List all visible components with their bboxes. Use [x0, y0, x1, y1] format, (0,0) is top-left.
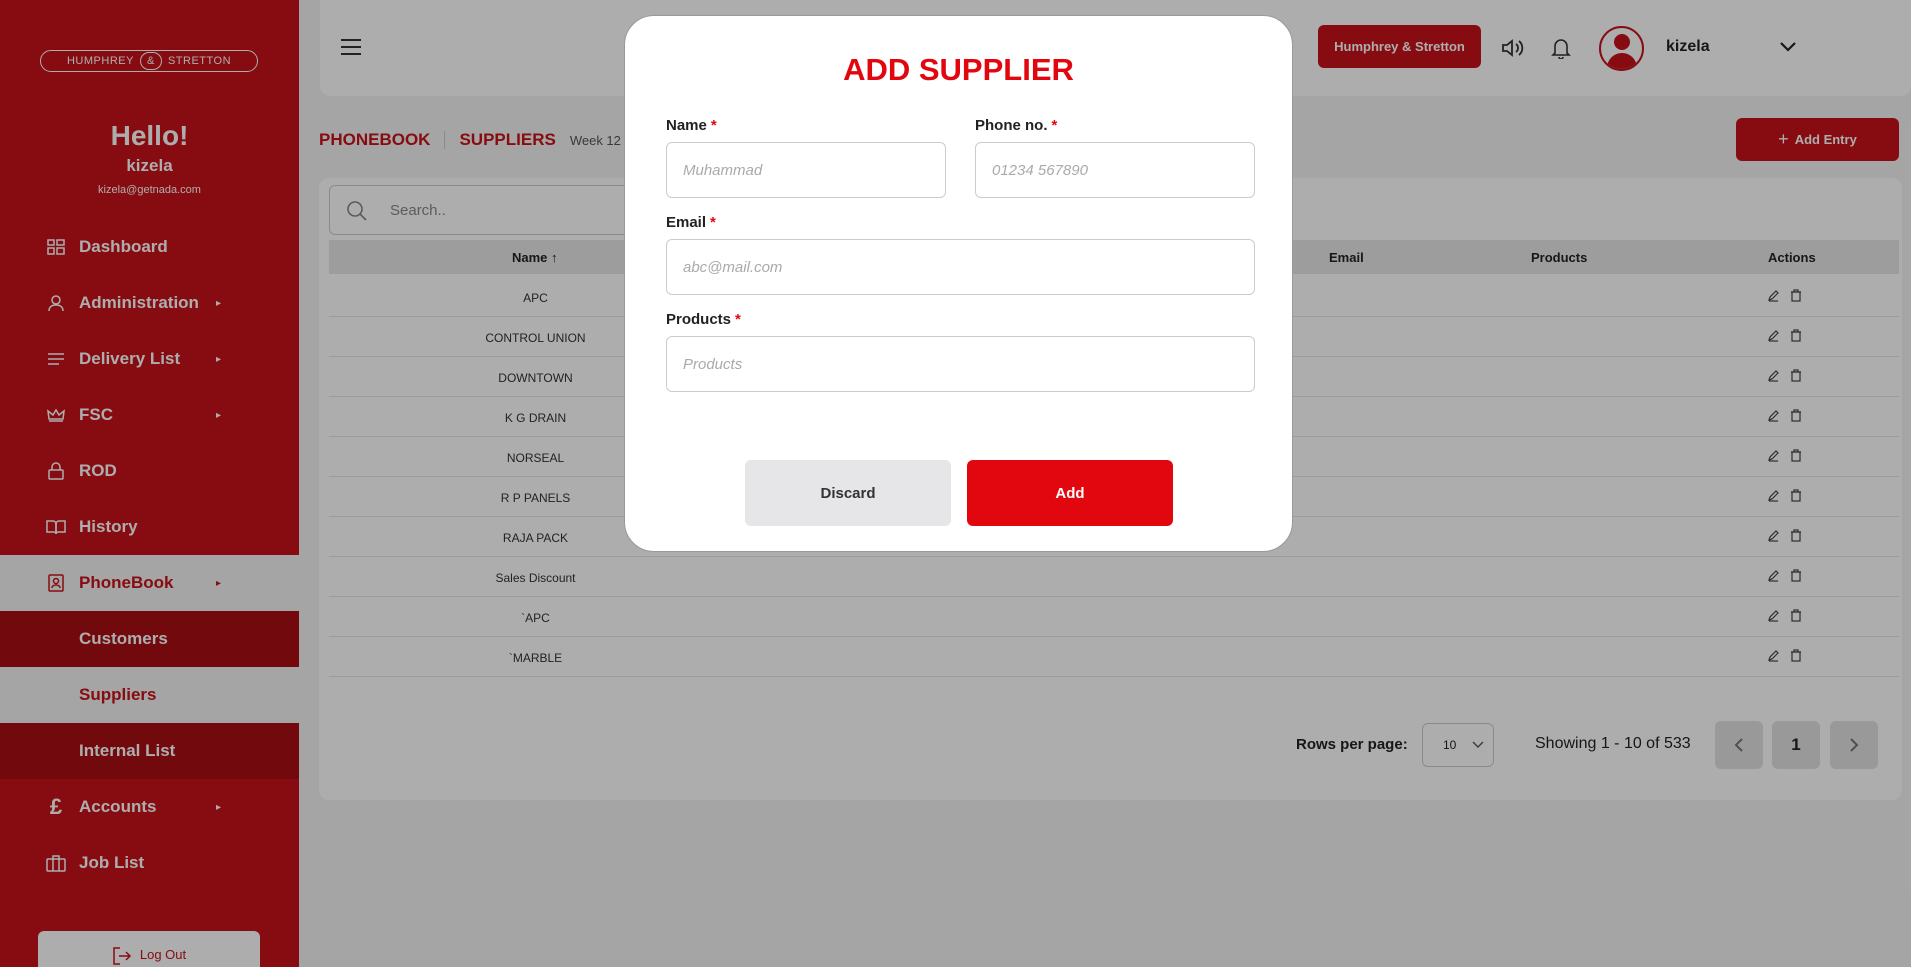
email-field[interactable]: abc@mail.com: [666, 239, 1255, 295]
add-button[interactable]: Add: [967, 460, 1173, 526]
products-label: Products *: [666, 311, 741, 328]
add-supplier-modal: ADD SUPPLIER Name * Muhammad Phone no. * 0…: [624, 15, 1293, 552]
phone-label: Phone no. *: [975, 117, 1058, 134]
products-field[interactable]: Products: [666, 336, 1255, 392]
discard-button[interactable]: Discard: [745, 460, 951, 526]
name-field[interactable]: Muhammad: [666, 142, 946, 198]
email-label: Email *: [666, 214, 716, 231]
name-label: Name *: [666, 117, 717, 134]
modal-title: ADD SUPPLIER: [843, 52, 1074, 87]
phone-field[interactable]: 01234 567890: [975, 142, 1255, 198]
